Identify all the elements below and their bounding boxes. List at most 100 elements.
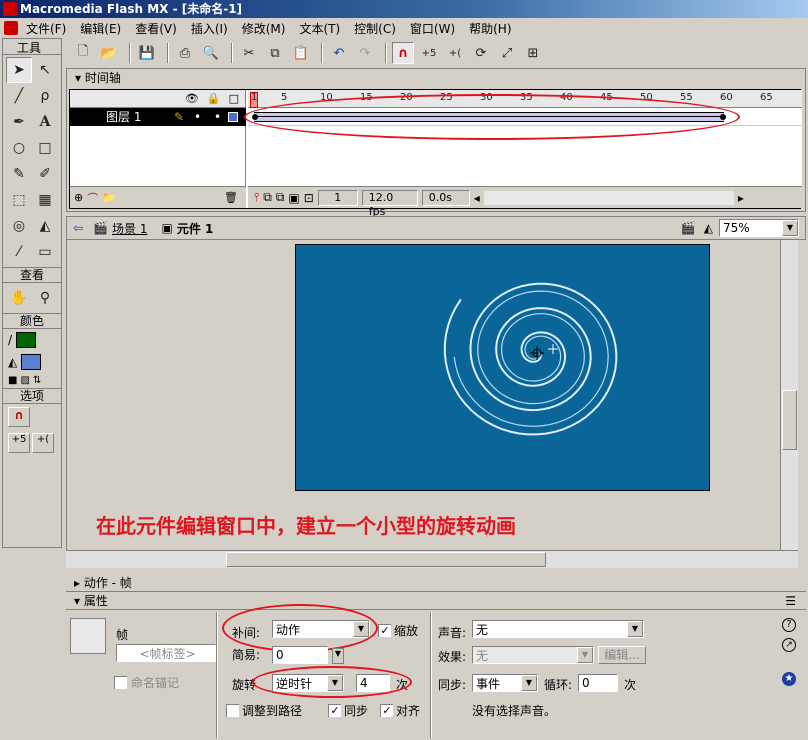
rotate-icon[interactable]: ⟳	[470, 42, 492, 64]
layer-name[interactable]: 图层 1	[106, 110, 141, 124]
layer-row[interactable]: 图层 1 ✎ • •	[70, 108, 246, 126]
edit-symbol-icon[interactable]: ◭	[704, 221, 713, 235]
menu-insert[interactable]: 插入(I)	[191, 20, 228, 37]
add-layer-icon[interactable]: ⊕	[74, 191, 83, 204]
layer-color-icon[interactable]	[228, 112, 238, 122]
visible-dot-icon[interactable]: •	[194, 108, 201, 126]
scale-checkbox[interactable]: ✓	[378, 624, 391, 637]
named-anchor-checkbox[interactable]	[114, 676, 127, 689]
vscroll-thumb[interactable]	[782, 390, 797, 450]
eyedropper-tool-icon[interactable]: ⁄	[6, 239, 32, 265]
arrow-tool-icon[interactable]: ➤	[6, 57, 32, 83]
sound-select[interactable]: 无 ▼	[472, 620, 644, 638]
paint-bucket-tool-icon[interactable]: ◭	[32, 213, 58, 239]
eye-icon[interactable]: 👁	[185, 92, 199, 105]
properties-panel-header[interactable]: ▾ 属性 ☰	[66, 592, 806, 610]
snap-magnet-toolbar-icon[interactable]: ∩	[392, 42, 414, 64]
menu-modify[interactable]: 修改(M)	[242, 20, 286, 37]
accessibility-icon[interactable]: ★	[782, 672, 796, 686]
pencil-tool-icon[interactable]: ✎	[6, 161, 32, 187]
onion-markers-icon[interactable]: ⊡	[304, 191, 314, 205]
ink-bottle-tool-icon[interactable]: ◎	[6, 213, 32, 239]
scale-icon[interactable]: ⤢	[496, 42, 518, 64]
open-file-icon[interactable]: 📂	[98, 42, 120, 64]
stroke-color-swatch[interactable]	[16, 332, 37, 348]
snap-checkbox[interactable]: ✓	[380, 704, 393, 717]
brush-tool-icon[interactable]: ✐	[32, 161, 58, 187]
snap-magnet-icon[interactable]: ∩	[8, 407, 30, 427]
menu-help[interactable]: 帮助(H)	[469, 20, 511, 37]
menu-text[interactable]: 文本(T)	[299, 20, 340, 37]
menu-file[interactable]: 文件(F)	[26, 20, 66, 37]
no-color-icon[interactable]: ▨	[20, 375, 29, 386]
frame-rate[interactable]: 12.0 fps	[361, 189, 418, 218]
free-transform-tool-icon[interactable]: ⬚	[6, 187, 32, 213]
ease-slider-arrow-icon[interactable]: ▼	[332, 648, 344, 664]
swap-colors-icon[interactable]: ⇅	[33, 375, 41, 386]
lasso-tool-icon[interactable]: ρ	[32, 83, 58, 109]
chevron-down-icon[interactable]: ▼	[627, 621, 643, 637]
menu-edit[interactable]: 编辑(E)	[80, 20, 121, 37]
lock-icon[interactable]: 🔒	[207, 92, 221, 105]
paste-icon[interactable]: 📋	[290, 42, 312, 64]
chevron-down-icon[interactable]: ▼	[577, 647, 593, 663]
default-colors-icon[interactable]: ■	[8, 375, 17, 386]
delete-layer-icon[interactable]: 🗑	[224, 191, 238, 204]
edit-actions-icon[interactable]: ↗	[782, 638, 796, 652]
orient-path-checkbox[interactable]	[226, 704, 239, 717]
timeline-header[interactable]: ▾ 时间轴	[67, 69, 805, 87]
ease-input[interactable]: 0	[272, 646, 328, 664]
copy-icon[interactable]: ⧉	[264, 42, 286, 64]
add-folder-icon[interactable]: 📁	[102, 191, 116, 204]
eraser-tool-icon[interactable]: ▭	[32, 239, 58, 265]
lock-dot-icon[interactable]: •	[214, 108, 221, 126]
actions-panel-header[interactable]: ▸ 动作 - 帧	[66, 574, 806, 592]
oval-tool-icon[interactable]: ○	[6, 135, 32, 161]
undo-icon[interactable]: ↶	[328, 42, 350, 64]
cut-icon[interactable]: ✂	[238, 42, 260, 64]
fill-transform-tool-icon[interactable]: ▦	[32, 187, 58, 213]
hand-tool-icon[interactable]: ✋	[6, 285, 32, 311]
hscroll-thumb[interactable]	[226, 552, 546, 567]
print-preview-icon[interactable]: 🔍	[200, 42, 222, 64]
menu-window[interactable]: 窗口(W)	[410, 20, 455, 37]
spiral-graphic[interactable]	[296, 245, 711, 492]
frame-name-input[interactable]: <帧标签>	[116, 644, 216, 662]
menu-control[interactable]: 控制(C)	[354, 20, 396, 37]
pen-tool-icon[interactable]: ✒	[6, 109, 32, 135]
edit-scene-icon[interactable]: 🎬	[681, 221, 696, 235]
sync-select[interactable]: 事件 ▼	[472, 674, 538, 692]
smooth-toolbar-icon[interactable]: +5	[418, 42, 440, 64]
subselect-tool-icon[interactable]: ↖	[32, 57, 58, 83]
align-icon[interactable]: ⊞	[522, 42, 544, 64]
menu-view[interactable]: 查看(V)	[135, 20, 177, 37]
panel-menu-icon[interactable]: ☰	[785, 592, 796, 610]
effect-select[interactable]: 无 ▼	[472, 646, 594, 664]
rectangle-tool-icon[interactable]: □	[32, 135, 58, 161]
new-file-icon[interactable]: 🗋	[72, 42, 94, 64]
redo-icon[interactable]: ↷	[354, 42, 376, 64]
back-arrow-icon[interactable]: ⇦	[73, 221, 83, 235]
straighten-icon[interactable]: +(	[32, 433, 54, 453]
help-icon[interactable]: ?	[782, 618, 796, 632]
zoom-select[interactable]: 75% ▼	[719, 219, 799, 237]
line-tool-icon[interactable]: ╱	[6, 83, 32, 109]
scroll-left-icon[interactable]: ◂	[474, 191, 480, 205]
text-tool-icon[interactable]: A	[32, 109, 58, 135]
scene-link[interactable]: 场景 1	[112, 220, 147, 237]
zoom-tool-icon[interactable]: ⚲	[32, 285, 58, 311]
edit-sound-button[interactable]: 编辑...	[598, 646, 646, 664]
add-guide-icon[interactable]: ⌒	[87, 190, 98, 206]
scroll-right-icon[interactable]: ▸	[738, 191, 744, 205]
chevron-down-icon[interactable]: ▼	[521, 675, 537, 691]
stage-hscroll[interactable]	[66, 550, 798, 568]
sync-checkbox[interactable]: ✓	[328, 704, 341, 717]
smooth-icon[interactable]: +5	[8, 433, 30, 453]
save-icon[interactable]: 💾	[136, 42, 158, 64]
chevron-down-icon[interactable]: ▼	[782, 220, 798, 236]
center-frame-icon[interactable]: ⫯	[254, 190, 259, 205]
onion-skin-icon[interactable]: ⧉	[263, 190, 272, 205]
frame-row[interactable]	[244, 94, 802, 140]
fill-color-swatch[interactable]	[21, 354, 42, 370]
outline-icon[interactable]: □	[229, 92, 239, 105]
